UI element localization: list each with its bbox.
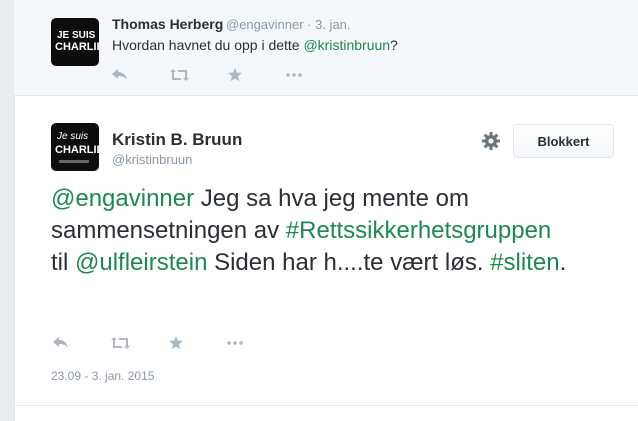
hashtag-sliten[interactable]: #sliten [490,249,559,276]
main-tweet-text: @engavinner Jeg sa hva jeg mente om samm… [51,183,571,279]
favorite-icon[interactable] [169,334,227,352]
parent-tweet-text: Hvordan havnet du opp i dette @kristinbr… [112,37,398,53]
retweet-icon[interactable] [170,66,228,84]
tweet-text-part: Siden har h....te vært løs. [207,249,491,276]
avatar-pen-graphic [59,160,89,163]
parent-text-suffix: ? [390,37,398,53]
more-icon[interactable] [286,66,344,84]
avatar-text-1: Je suis [57,131,89,142]
parent-text-prefix: Hvordan havnet du opp i dette [112,37,304,53]
blocked-button[interactable]: Blokkert [513,124,614,158]
mention-ulfleirstein[interactable]: @ulfleirstein [75,249,207,276]
tweet-text-part: . [559,249,567,276]
parent-handle-text: @engavinner [226,17,304,32]
favorite-icon[interactable] [228,66,286,84]
reply-icon[interactable] [53,334,111,352]
avatar-text-2: CHARLIE [55,144,99,156]
tweet-text-part: til [51,249,75,276]
gear-icon[interactable] [481,131,501,151]
mention-engavinner[interactable]: @engavinner [51,185,194,212]
parent-author-handle[interactable]: @engavinner · 3. jan. [226,17,351,32]
main-author-handle[interactable]: @kristinbruun [112,152,192,167]
retweet-icon[interactable] [111,334,169,352]
reply-icon[interactable] [112,66,170,84]
avatar-text-2: CHARLIE [55,41,99,53]
more-icon[interactable] [227,334,285,352]
main-avatar[interactable]: Je suis CHARLIE [51,123,99,171]
parent-actions [112,66,344,84]
tweet-timestamp[interactable]: 23.09 - 3. jan. 2015 [51,369,154,383]
parent-time[interactable]: · 3. jan. [307,17,350,32]
parent-mention-link[interactable]: @kristinbruun [303,37,390,53]
main-author-name[interactable]: Kristin B. Bruun [112,130,242,150]
divider [14,405,638,406]
parent-author-name[interactable]: Thomas Herberg [112,16,223,32]
page-edge [0,0,14,421]
main-actions [53,334,285,352]
avatar-text-1: JE SUIS [57,30,96,41]
parent-avatar[interactable]: JE SUIS CHARLIE [51,18,99,66]
hashtag-rettssikkerhetsgruppen[interactable]: #Rettssikkerhetsgruppen [286,217,551,244]
